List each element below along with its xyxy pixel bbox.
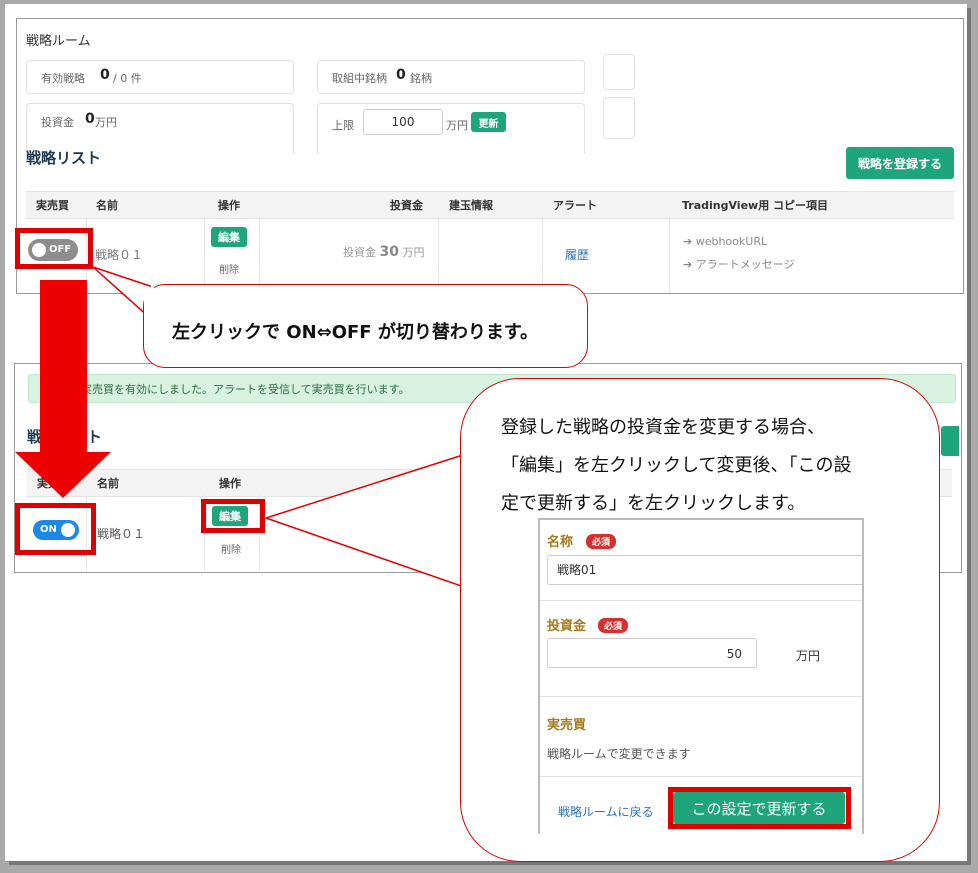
callout2-tail-cover [461, 457, 471, 585]
trade-note: 戦略ルームで変更できます [547, 747, 691, 761]
name-label: 名称 [547, 535, 574, 550]
trade-label: 実売買 [547, 718, 587, 733]
name-required-badge: 必須 [586, 534, 617, 549]
callout2-tail-path [263, 452, 467, 589]
form-divider [540, 696, 862, 697]
investment-input[interactable]: 50 [547, 638, 757, 668]
name-input[interactable]: 戦略01 [547, 555, 862, 585]
investment-label: 投資金 [547, 619, 587, 634]
investment-required-badge: 必須 [598, 618, 629, 633]
investment-unit: 万円 [796, 649, 821, 663]
form-divider [540, 776, 862, 777]
form-divider [540, 600, 862, 601]
back-to-room-link[interactable]: 戦略ルームに戻る [558, 803, 654, 820]
highlight-update-button [668, 787, 851, 829]
